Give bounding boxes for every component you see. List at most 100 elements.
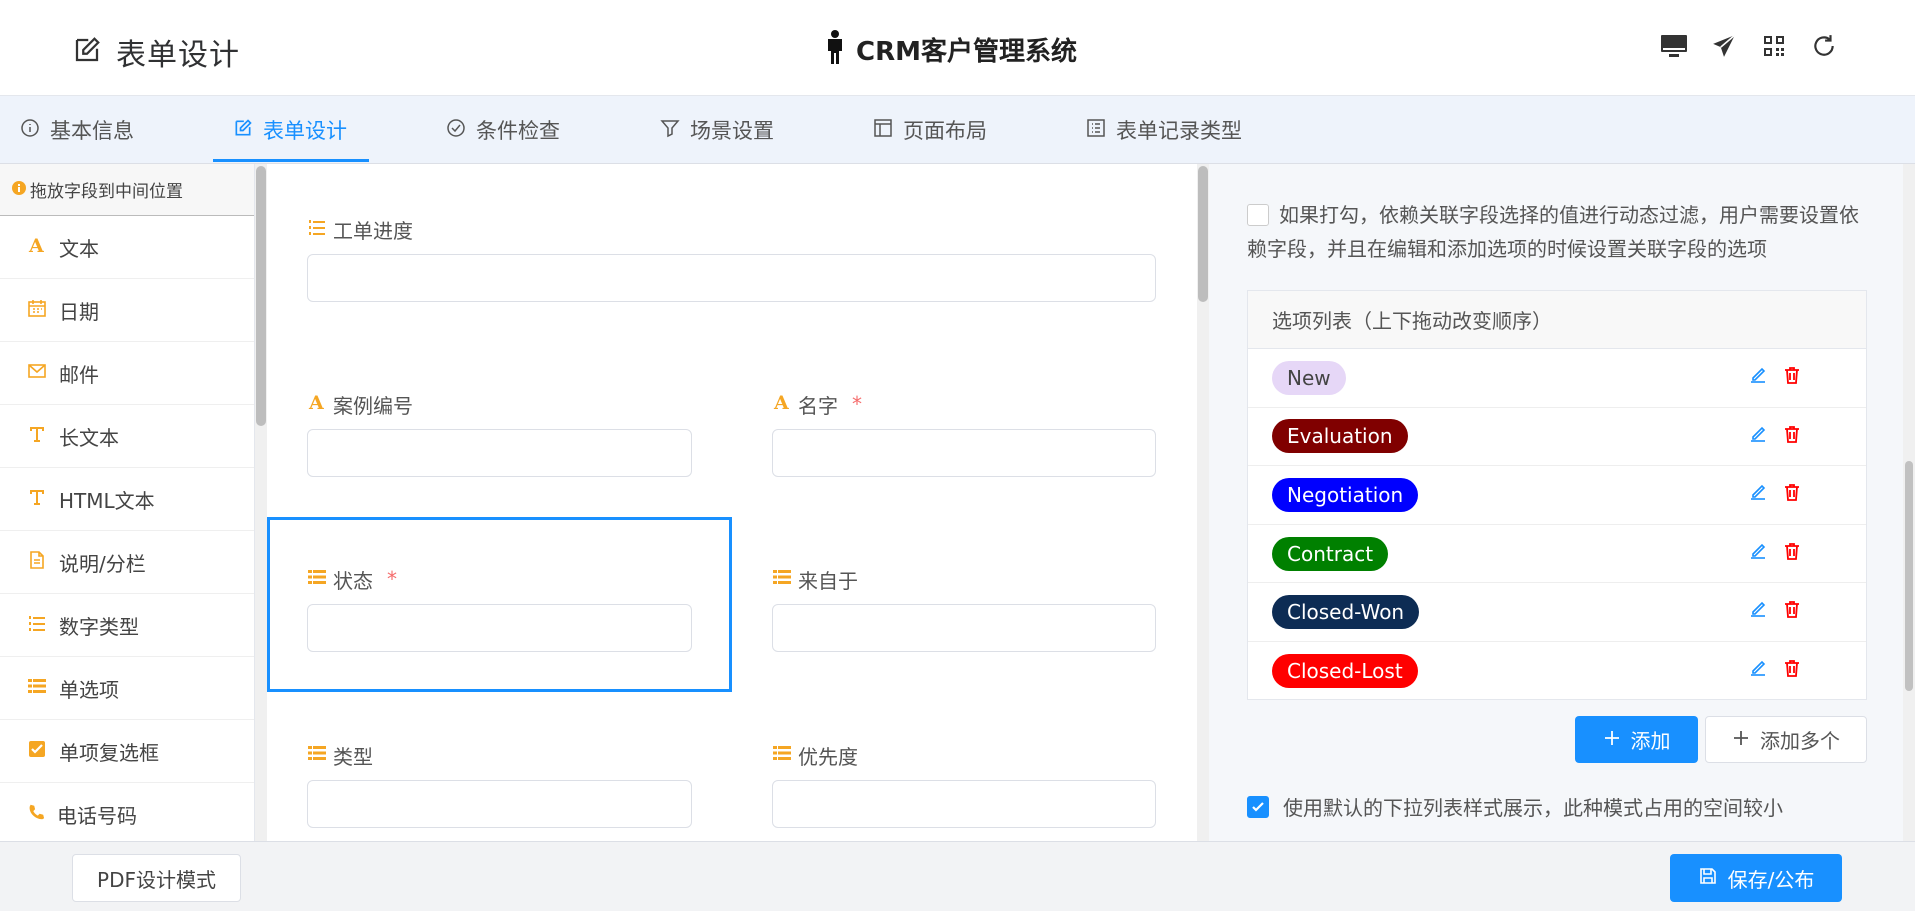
dependency-note: 如果打勾，依赖关联字段选择的值进行动态过滤，用户需要设置依赖字段，并且在编辑和添…	[1247, 203, 1859, 261]
option-row[interactable]: Closed-Lost	[1248, 642, 1866, 701]
edit-icon	[72, 35, 102, 69]
palette-item-single-select[interactable]: 单选项	[0, 657, 254, 720]
pdf-design-mode-button[interactable]: PDF设计模式	[72, 854, 241, 902]
person-icon	[824, 30, 846, 68]
edit-icon[interactable]	[1748, 365, 1768, 389]
palette-item-email[interactable]: 邮件	[0, 342, 254, 405]
scrollbar-thumb[interactable]	[1198, 166, 1208, 302]
tab-scene-settings[interactable]: 场景设置	[660, 96, 774, 164]
tab-basic-info[interactable]: 基本信息	[20, 96, 134, 164]
info-icon	[20, 118, 40, 143]
qrcode-icon[interactable]	[1760, 32, 1788, 60]
tab-record-types[interactable]: 表单记录类型	[1086, 96, 1242, 164]
tab-label: 条件检查	[476, 119, 560, 143]
field-palette: 拖放字段到中间位置 A 文本 日期 邮件 长文本 HTML文本 说明/分栏 数字…	[0, 164, 255, 841]
delete-icon[interactable]	[1782, 482, 1802, 506]
refresh-icon[interactable]	[1810, 32, 1838, 60]
canvas-field-name[interactable]: A 名字 *	[772, 389, 1156, 477]
field-label: 来自于	[798, 568, 858, 593]
scrollbar-thumb[interactable]	[1905, 461, 1913, 691]
option-row[interactable]: Contract	[1248, 525, 1866, 584]
layout-icon	[873, 118, 893, 143]
canvas-field-source[interactable]: 来自于	[772, 564, 1156, 652]
edit-icon[interactable]	[1748, 599, 1768, 623]
field-input[interactable]	[307, 254, 1156, 302]
save-icon	[1698, 866, 1718, 891]
tab-condition-check[interactable]: 条件检查	[446, 96, 560, 164]
add-multiple-button[interactable]: 添加多个	[1705, 716, 1867, 763]
option-row[interactable]: Negotiation	[1248, 466, 1866, 525]
edit-icon[interactable]	[1748, 424, 1768, 448]
required-mark: *	[387, 567, 397, 591]
svg-text:A: A	[308, 392, 324, 412]
field-input[interactable]	[772, 604, 1156, 652]
scrollbar-thumb[interactable]	[256, 166, 266, 426]
text-a-icon: A	[27, 235, 47, 260]
palette-item-number[interactable]: 数字类型	[0, 594, 254, 657]
delete-icon[interactable]	[1782, 541, 1802, 565]
text-t-icon	[27, 487, 47, 512]
tab-page-layout[interactable]: 页面布局	[873, 96, 987, 164]
edit-icon[interactable]	[1748, 541, 1768, 565]
filter-icon	[660, 118, 680, 143]
dependency-setting: 如果打勾，依赖关联字段选择的值进行动态过滤，用户需要设置依赖字段，并且在编辑和添…	[1247, 198, 1867, 266]
edit-icon[interactable]	[1748, 482, 1768, 506]
field-input[interactable]	[307, 604, 692, 652]
field-label: 工单进度	[333, 218, 413, 243]
field-input[interactable]	[307, 780, 692, 828]
mail-icon	[27, 361, 47, 386]
palette-item-text[interactable]: A 文本	[0, 216, 254, 279]
tab-bar: 基本信息 表单设计 条件检查 场景设置 页面布局 表单记录类型	[0, 96, 1915, 164]
option-row[interactable]: Evaluation	[1248, 408, 1866, 467]
palette-item-date[interactable]: 日期	[0, 279, 254, 342]
canvas-field-work-order-progress[interactable]: 工单进度	[307, 214, 1156, 302]
option-row[interactable]: Closed-Won	[1248, 583, 1866, 642]
field-label: 优先度	[798, 744, 858, 769]
palette-item-phone[interactable]: 电话号码	[0, 783, 254, 841]
option-tag: Closed-Lost	[1272, 654, 1418, 689]
palette-item-description[interactable]: 说明/分栏	[0, 531, 254, 594]
field-label: 案例编号	[333, 393, 413, 418]
save-publish-button[interactable]: 保存/公布	[1670, 854, 1842, 902]
palette-scrollbar[interactable]	[255, 164, 267, 841]
palette-item-long-text[interactable]: 长文本	[0, 405, 254, 468]
palette-item-checkbox[interactable]: 单项复选框	[0, 720, 254, 783]
field-input[interactable]	[772, 429, 1156, 477]
phone-icon	[27, 802, 45, 826]
dependency-checkbox[interactable]	[1247, 204, 1269, 226]
delete-icon[interactable]	[1782, 658, 1802, 682]
delete-icon[interactable]	[1782, 424, 1802, 448]
delete-icon[interactable]	[1782, 365, 1802, 389]
option-list: 选项列表（上下拖动改变顺序） New Evaluation Negotiatio…	[1247, 290, 1867, 700]
panel-scrollbar[interactable]	[1903, 164, 1915, 841]
app-brand: CRM客户管理系统	[824, 30, 1077, 68]
canvas-scrollbar[interactable]	[1197, 164, 1209, 841]
field-input[interactable]	[307, 429, 692, 477]
canvas-field-priority[interactable]: 优先度	[772, 740, 1156, 828]
add-option-button[interactable]: 添加	[1575, 716, 1698, 763]
page-title: 表单设计	[116, 38, 240, 73]
send-icon[interactable]	[1710, 32, 1738, 60]
top-header: 表单设计 CRM客户管理系统	[0, 0, 1915, 96]
tab-label: 表单记录类型	[1116, 119, 1242, 143]
option-tag: Contract	[1272, 536, 1389, 571]
option-tag: Negotiation	[1272, 477, 1419, 512]
field-label: 类型	[333, 744, 373, 769]
canvas-field-type[interactable]: 类型	[307, 740, 692, 828]
checkbox-icon	[27, 739, 47, 764]
tab-label: 表单设计	[263, 119, 347, 143]
canvas-field-status[interactable]: 状态 *	[307, 564, 692, 652]
palette-item-html-text[interactable]: HTML文本	[0, 468, 254, 531]
edit-icon[interactable]	[1748, 658, 1768, 682]
monitor-icon[interactable]	[1660, 32, 1688, 60]
canvas-field-case-number[interactable]: A 案例编号	[307, 389, 692, 477]
option-row[interactable]: New	[1248, 349, 1866, 408]
option-tag: New	[1272, 360, 1346, 395]
document-icon	[27, 550, 47, 575]
tab-form-design[interactable]: 表单设计	[213, 96, 369, 164]
delete-icon[interactable]	[1782, 599, 1802, 623]
field-input[interactable]	[772, 780, 1156, 828]
dropdown-style-checkbox[interactable]	[1247, 795, 1269, 818]
calendar-icon	[27, 298, 47, 323]
svg-text:A: A	[28, 235, 44, 255]
